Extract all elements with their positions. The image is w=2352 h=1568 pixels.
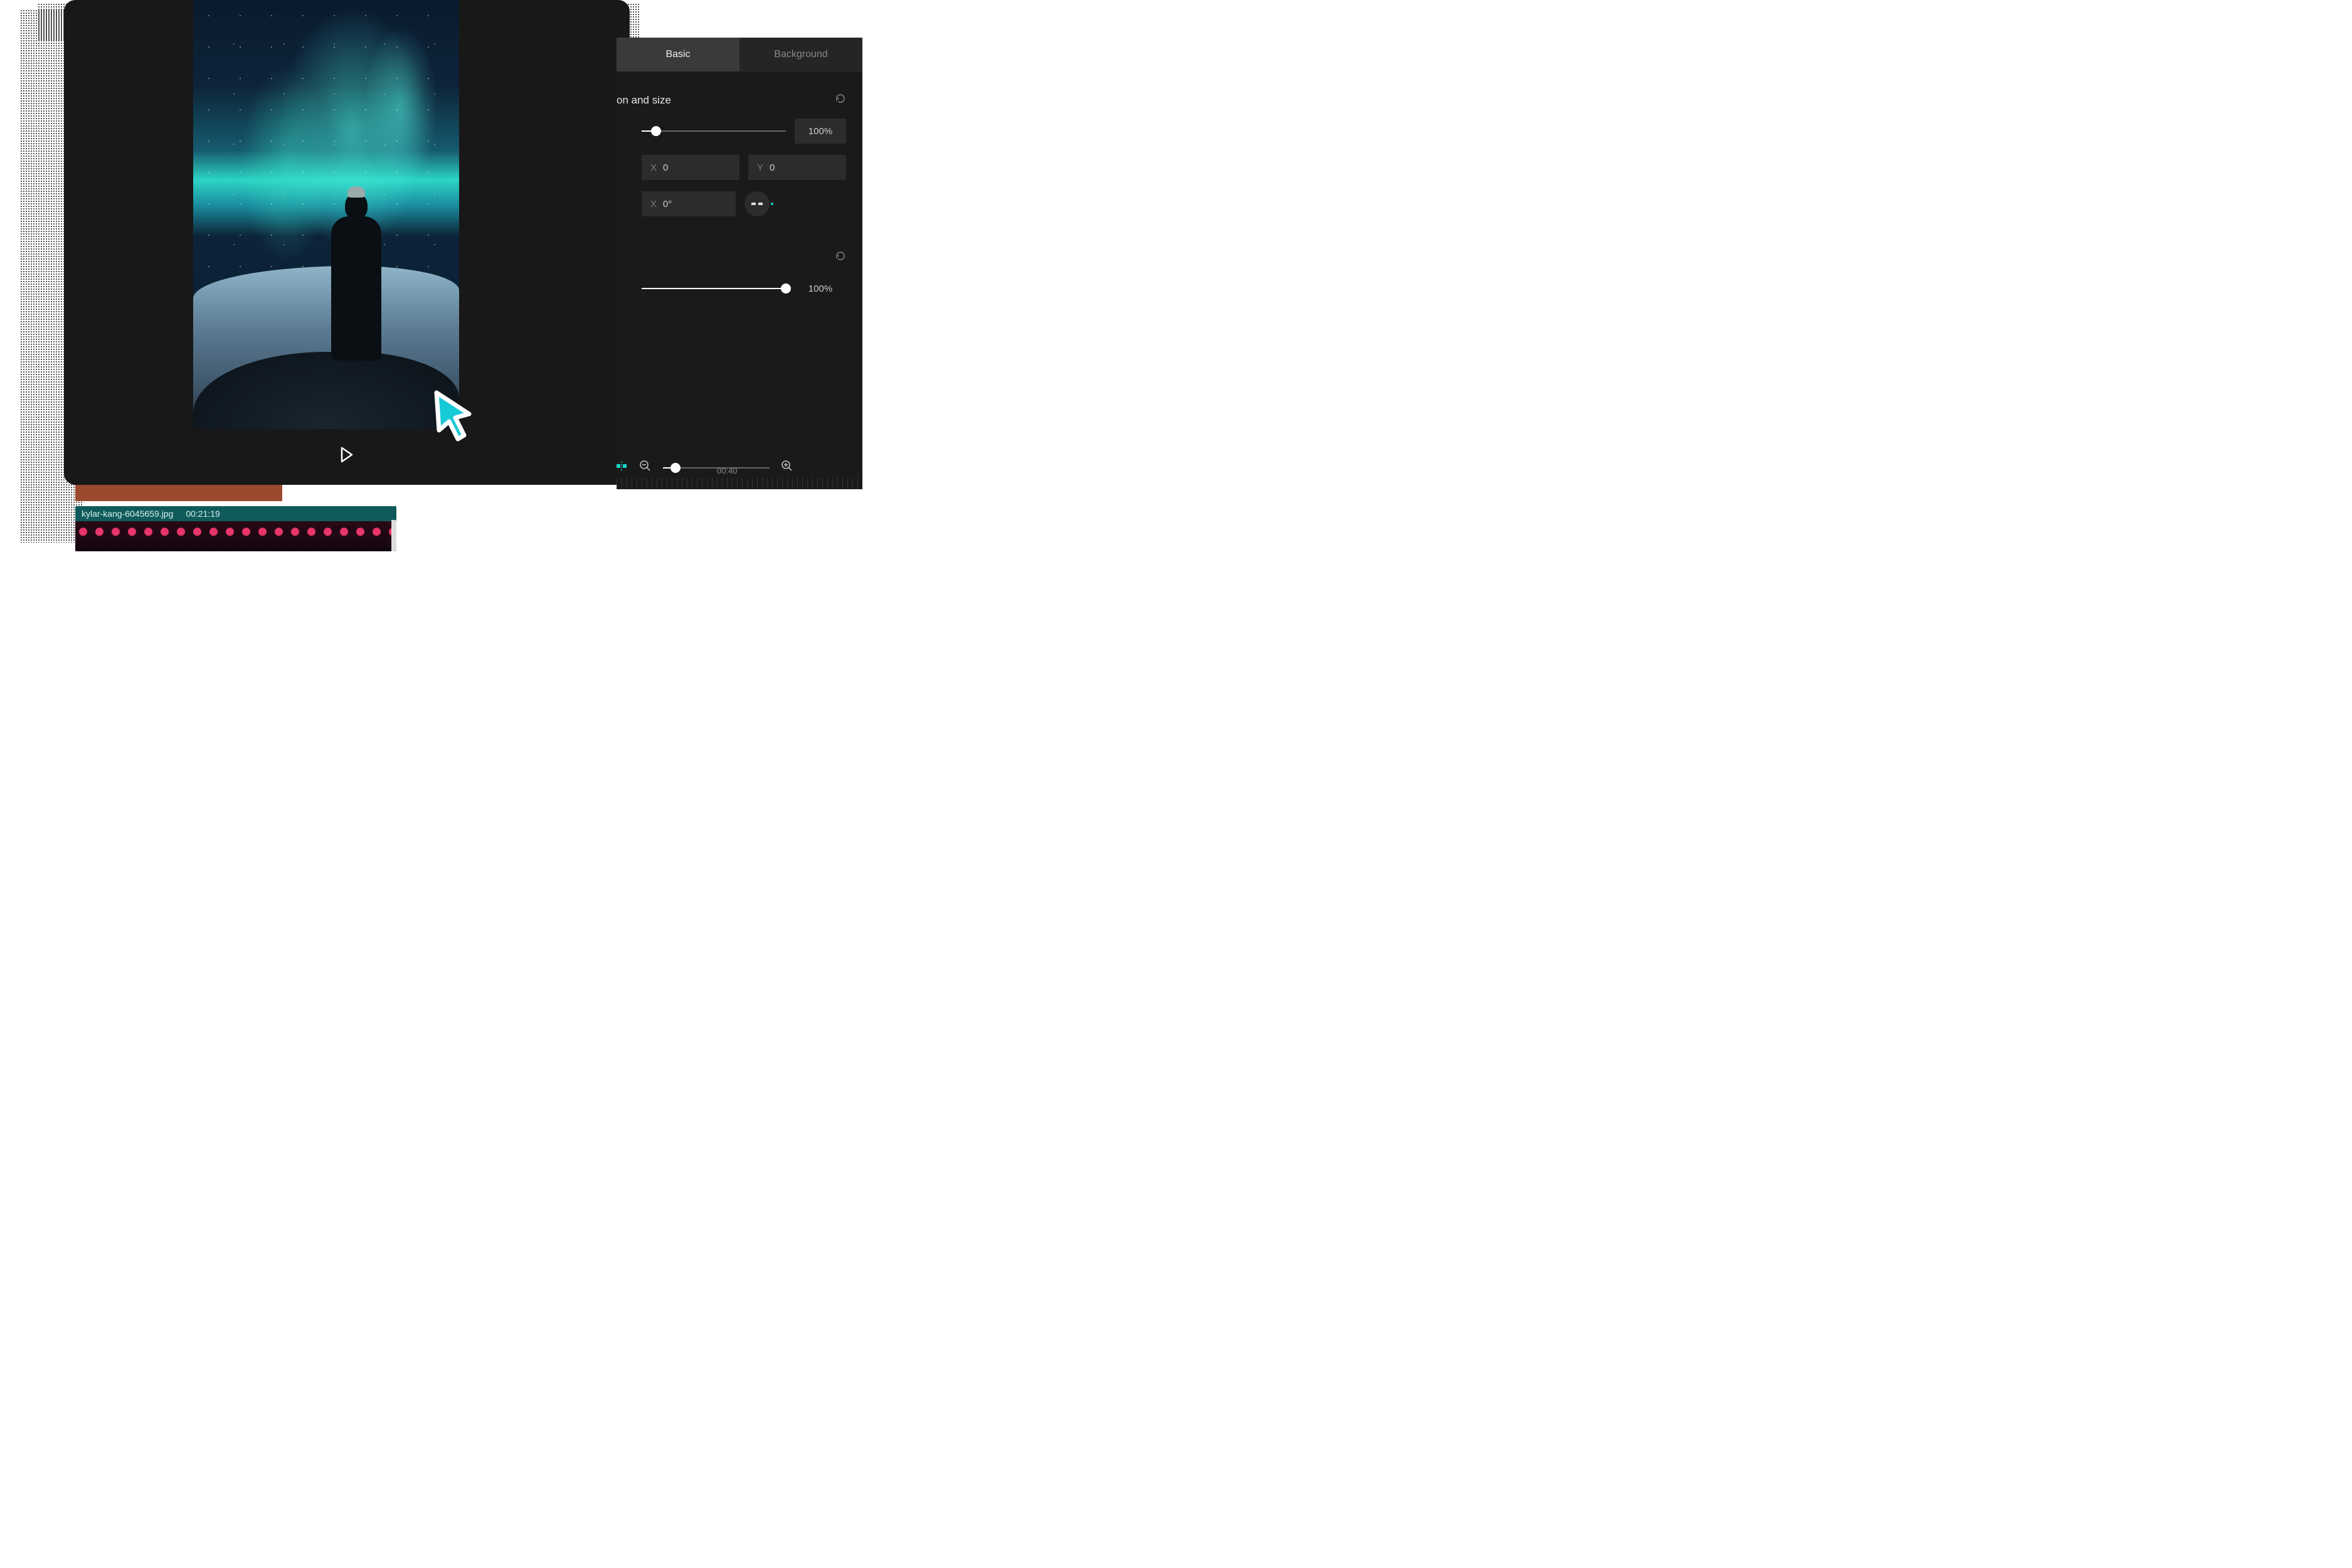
timeline-track-upper-clip[interactable] [75,485,282,501]
properties-tabs: Basic Background [617,38,862,72]
x-axis-label: X [642,162,663,173]
reset-icon [835,250,846,262]
snap-toggle-button[interactable] [615,460,628,475]
angle-value: 0° [663,199,672,209]
slider-thumb[interactable] [781,283,791,294]
scale-row: 100% [617,119,846,144]
clip-thumbnails [75,521,396,551]
opacity-row: 100% [617,276,846,301]
mirror-toggle-button[interactable] [744,191,770,216]
section-position-size-header: on and size [617,84,846,119]
play-button[interactable] [340,447,354,466]
rotation-row: X 0° [617,191,846,216]
properties-panel: Basic Background on and size 100% [617,38,862,489]
snap-icon [615,460,628,472]
y-axis-label: Y [748,162,770,173]
slider-thumb[interactable] [670,463,681,473]
tab-basic[interactable]: Basic [617,38,739,72]
clip-duration: 00:21:19 [186,509,220,519]
position-row: X 0 Y 0 [617,155,846,180]
opacity-slider[interactable] [642,281,786,296]
y-value: 0 [770,162,775,173]
media-content [193,0,459,429]
mirror-icon [751,201,763,206]
reset-icon [835,93,846,104]
clip-info: kylar-kang-6045659.jpg 00:21:19 [75,506,396,521]
zoom-in-button[interactable] [781,460,793,475]
timeline-track-media-clip[interactable]: kylar-kang-6045659.jpg 00:21:19 [75,506,396,551]
zoom-out-button[interactable] [639,460,652,475]
opacity-value-field[interactable]: 100% [795,276,846,301]
section-label: on and size [617,94,671,107]
preview-panel [64,0,630,485]
clip-filename: kylar-kang-6045659.jpg [82,509,173,519]
timeline-tracks: kylar-kang-6045659.jpg 00:21:19 [75,485,853,551]
scale-slider[interactable] [642,124,786,139]
clip-trim-handle[interactable] [391,520,396,551]
reset-position-button[interactable] [835,93,846,107]
zoom-slider[interactable] [663,460,770,475]
position-y-field[interactable]: Y 0 [748,155,846,180]
play-icon [340,447,354,463]
rotation-angle-field[interactable]: X 0° [642,191,736,216]
x-value: 0 [663,162,668,173]
tab-background[interactable]: Background [739,38,862,72]
zoom-out-icon [639,460,652,472]
preview-media[interactable] [193,0,459,429]
angle-axis-label: X [642,199,663,209]
position-x-field[interactable]: X 0 [642,155,739,180]
section-opacity-header [617,241,846,276]
scale-value-field[interactable]: 100% [795,119,846,144]
reset-opacity-button[interactable] [835,250,846,265]
ruler-time-label: 00:40 [717,466,738,475]
zoom-in-icon [781,460,793,472]
slider-thumb[interactable] [651,126,661,136]
